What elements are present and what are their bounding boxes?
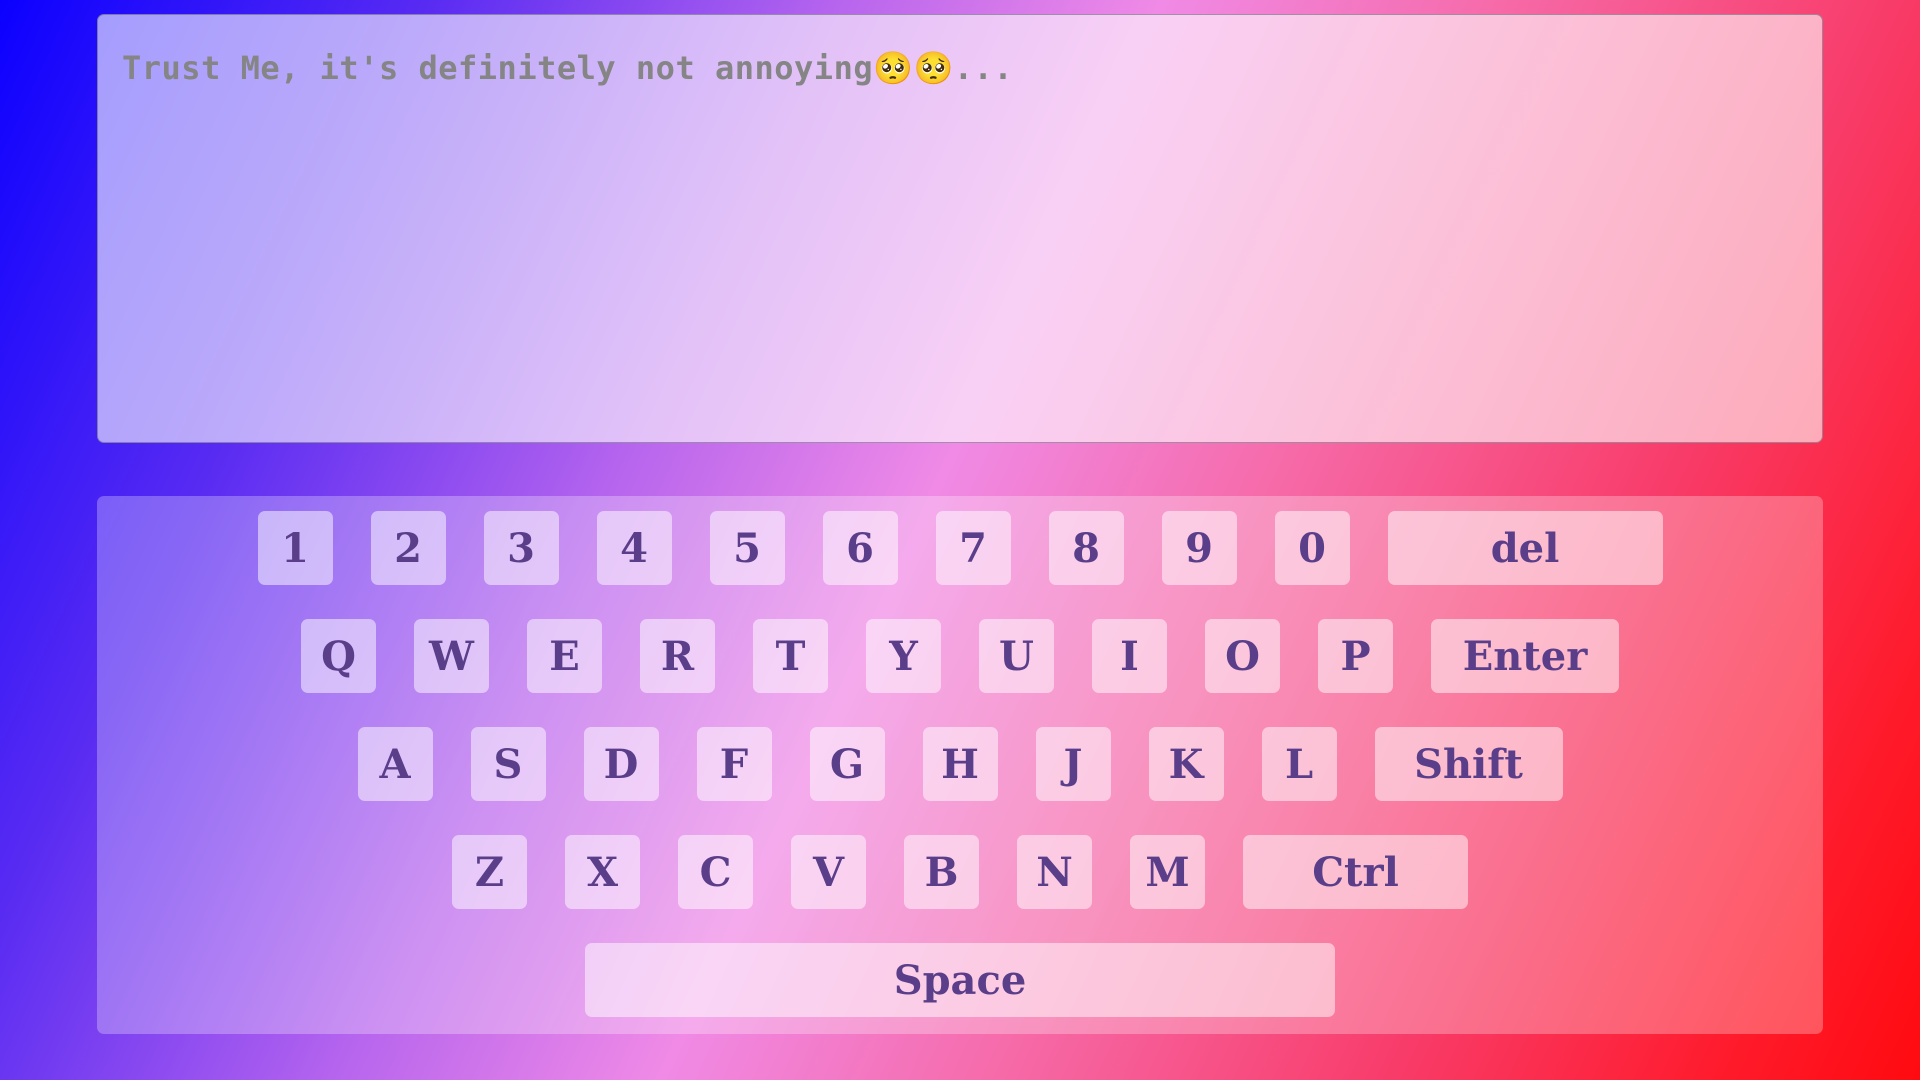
key-7[interactable]: 7 <box>935 511 1011 585</box>
key-g[interactable]: G <box>809 727 885 801</box>
key-1[interactable]: 1 <box>257 511 333 585</box>
key-4[interactable]: 4 <box>596 511 672 585</box>
key-2[interactable]: 2 <box>370 511 446 585</box>
keyboard-row-space: Space <box>97 943 1823 1017</box>
key-j[interactable]: J <box>1035 727 1111 801</box>
key-6[interactable]: 6 <box>822 511 898 585</box>
key-h[interactable]: H <box>922 727 998 801</box>
key-u[interactable]: U <box>979 619 1054 693</box>
key-9[interactable]: 9 <box>1161 511 1237 585</box>
ctrl-key[interactable]: Ctrl <box>1243 835 1468 909</box>
key-s[interactable]: S <box>470 727 546 801</box>
key-5[interactable]: 5 <box>709 511 785 585</box>
key-8[interactable]: 8 <box>1048 511 1124 585</box>
key-n[interactable]: N <box>1017 835 1092 909</box>
key-m[interactable]: M <box>1130 835 1205 909</box>
delete-key[interactable]: del <box>1387 511 1663 585</box>
space-key[interactable]: Space <box>585 943 1335 1017</box>
key-l[interactable]: L <box>1261 727 1337 801</box>
key-w[interactable]: W <box>414 619 489 693</box>
key-0[interactable]: 0 <box>1274 511 1350 585</box>
shift-key[interactable]: Shift <box>1374 727 1563 801</box>
virtual-keyboard: 1 2 3 4 5 6 7 8 9 0 del Q W E R T Y U I … <box>97 496 1823 1034</box>
key-k[interactable]: K <box>1148 727 1224 801</box>
key-q[interactable]: Q <box>301 619 376 693</box>
key-x[interactable]: X <box>565 835 640 909</box>
key-d[interactable]: D <box>583 727 659 801</box>
key-i[interactable]: I <box>1092 619 1167 693</box>
key-p[interactable]: P <box>1318 619 1393 693</box>
key-c[interactable]: C <box>678 835 753 909</box>
key-a[interactable]: A <box>357 727 433 801</box>
key-3[interactable]: 3 <box>483 511 559 585</box>
text-input-area[interactable]: Trust Me, it's definitely not annoying🥺🥺… <box>97 14 1823 443</box>
keyboard-row-asdf: A S D F G H J K L Shift <box>97 727 1823 801</box>
keyboard-row-zxcv: Z X C V B N M Ctrl <box>97 835 1823 909</box>
key-e[interactable]: E <box>527 619 602 693</box>
key-b[interactable]: B <box>904 835 979 909</box>
key-y[interactable]: Y <box>866 619 941 693</box>
key-f[interactable]: F <box>696 727 772 801</box>
key-v[interactable]: V <box>791 835 866 909</box>
enter-key[interactable]: Enter <box>1431 619 1619 693</box>
key-o[interactable]: O <box>1205 619 1280 693</box>
keyboard-row-qwerty: Q W E R T Y U I O P Enter <box>97 619 1823 693</box>
key-z[interactable]: Z <box>452 835 527 909</box>
key-t[interactable]: T <box>753 619 828 693</box>
keyboard-row-numbers: 1 2 3 4 5 6 7 8 9 0 del <box>97 511 1823 585</box>
key-r[interactable]: R <box>640 619 715 693</box>
